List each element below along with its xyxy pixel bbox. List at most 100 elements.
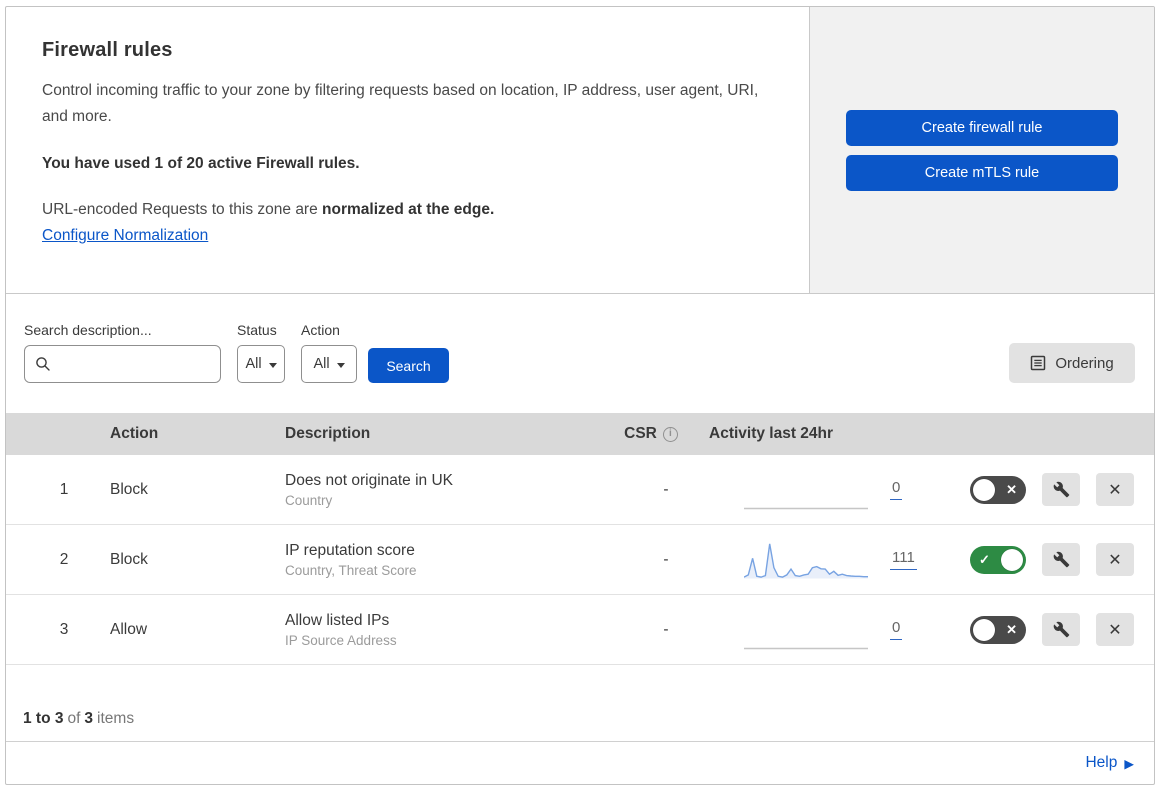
chevron-down-icon	[336, 362, 345, 368]
edit-rule-button[interactable]	[1042, 473, 1080, 506]
chevron-down-icon	[268, 362, 277, 368]
status-select[interactable]: All	[237, 345, 285, 383]
search-input-wrapper	[24, 345, 221, 383]
toggle-knob	[973, 618, 995, 641]
rule-fields: Country, Threat Score	[285, 562, 417, 578]
delete-rule-button[interactable]: ✕	[1096, 613, 1134, 646]
activity-cell: 0	[706, 469, 951, 511]
activity-sparkline	[744, 507, 868, 509]
action-select[interactable]: All	[301, 345, 357, 383]
edit-rule-button[interactable]	[1042, 613, 1080, 646]
search-input[interactable]	[59, 355, 210, 373]
rule-description: Does not originate in UK	[285, 471, 454, 489]
help-bar: Help ▶	[6, 742, 1154, 784]
activity-count-link[interactable]: 0	[890, 619, 903, 640]
toggle-knob	[973, 478, 995, 501]
csr-header-label: CSR	[624, 425, 657, 442]
rule-action: Allow	[110, 620, 148, 638]
action-label: Action	[301, 322, 340, 338]
actions-panel: Create firewall rule Create mTLS rule	[809, 7, 1154, 293]
toggle-state-icon: ✕	[1006, 481, 1017, 497]
wrench-icon	[1053, 481, 1069, 498]
items-of-label: of	[67, 710, 81, 727]
table-header-row: Action Description CSR i Activity last 2…	[6, 413, 1154, 455]
help-link[interactable]: Help ▶	[1085, 754, 1134, 772]
normalization-note-bold: normalized at the edge.	[322, 201, 495, 219]
status-label: Status	[237, 322, 277, 338]
activity-count-link[interactable]: 111	[890, 549, 917, 570]
page-title: Firewall rules	[42, 39, 173, 61]
activity-count-link[interactable]: 0	[890, 479, 903, 500]
rule-description: Allow listed IPs	[285, 611, 390, 629]
intro-section: Firewall rules Control incoming traffic …	[6, 7, 809, 293]
rule-description-cell: Does not originate in UK Country	[271, 472, 596, 508]
create-firewall-rule-button[interactable]: Create firewall rule	[846, 109, 1118, 146]
column-header-activity: Activity last 24hr	[709, 425, 834, 442]
rule-priority: 3	[59, 620, 69, 638]
ordering-list-icon	[1031, 355, 1046, 371]
rule-priority: 2	[59, 550, 69, 568]
page-container: Firewall rules Control incoming traffic …	[5, 6, 1155, 785]
action-filter-group: Action All	[301, 322, 357, 383]
rule-fields: Country	[285, 492, 333, 508]
search-description-label: Search description...	[24, 322, 152, 338]
rule-enable-toggle[interactable]: ✓	[970, 545, 1026, 574]
rule-action: Block	[110, 480, 148, 498]
close-icon: ✕	[1108, 551, 1122, 569]
toggle-state-icon: ✕	[1006, 621, 1017, 637]
column-header-csr: CSR i	[596, 425, 706, 443]
usage-summary: You have used 1 of 20 active Firewall ru…	[42, 155, 360, 173]
rule-description: IP reputation score	[285, 541, 415, 559]
filters-bar: Search description... Status All Action …	[6, 294, 1154, 413]
rule-controls: ✕ ✕	[951, 613, 1154, 646]
table-row: 2 Block IP reputation score Country, Thr…	[6, 525, 1154, 595]
table-row: 3 Allow Allow listed IPs IP Source Addre…	[6, 595, 1154, 665]
csr-value: -	[663, 550, 669, 568]
pagination-bar: 1 to 3 of 3 items	[6, 665, 1154, 742]
help-arrow-icon: ▶	[1124, 757, 1134, 771]
delete-rule-button[interactable]: ✕	[1096, 473, 1134, 506]
wrench-icon	[1053, 551, 1069, 568]
activity-sparkline	[744, 543, 868, 578]
info-icon[interactable]: i	[662, 426, 678, 442]
rule-fields: IP Source Address	[285, 632, 397, 648]
configure-normalization-link[interactable]: Configure Normalization	[42, 227, 208, 244]
items-total: 3	[84, 710, 94, 727]
status-selected-value: All	[245, 356, 262, 372]
rule-action: Block	[110, 550, 148, 568]
activity-cell: 111	[706, 539, 951, 581]
ordering-button[interactable]: Ordering	[1009, 343, 1135, 383]
delete-rule-button[interactable]: ✕	[1096, 543, 1134, 576]
close-icon: ✕	[1108, 481, 1122, 499]
items-label: items	[97, 710, 135, 727]
rule-description-cell: Allow listed IPs IP Source Address	[271, 612, 596, 648]
search-button[interactable]: Search	[368, 348, 449, 383]
ordering-button-label: Ordering	[1055, 354, 1114, 372]
status-filter-group: Status All	[237, 322, 285, 383]
close-icon: ✕	[1108, 621, 1122, 639]
table-row: 1 Block Does not originate in UK Country…	[6, 455, 1154, 525]
csr-value: -	[663, 480, 669, 498]
rule-controls: ✕ ✕	[951, 473, 1154, 506]
activity-sparkline	[744, 647, 868, 649]
search-group: Search description...	[24, 322, 221, 383]
help-link-label: Help	[1085, 754, 1118, 771]
items-range: 1 to 3	[23, 710, 64, 727]
rule-enable-toggle[interactable]: ✕	[970, 615, 1026, 644]
activity-cell: 0	[706, 609, 951, 651]
wrench-icon	[1053, 621, 1069, 638]
normalization-note: URL-encoded Requests to this zone are no…	[42, 201, 769, 219]
edit-rule-button[interactable]	[1042, 543, 1080, 576]
rule-controls: ✓ ✕	[951, 543, 1154, 576]
intro-description: Control incoming traffic to your zone by…	[42, 82, 759, 126]
rule-description-cell: IP reputation score Country, Threat Scor…	[271, 542, 596, 578]
column-header-description: Description	[285, 425, 371, 442]
rule-enable-toggle[interactable]: ✕	[970, 475, 1026, 504]
normalization-note-prefix: URL-encoded Requests to this zone are	[42, 201, 323, 219]
rule-priority: 1	[59, 480, 69, 498]
csr-value: -	[663, 620, 669, 638]
create-mtls-rule-button[interactable]: Create mTLS rule	[846, 154, 1118, 191]
toggle-knob	[1001, 548, 1023, 571]
action-selected-value: All	[313, 356, 330, 372]
column-header-action: Action	[110, 425, 159, 442]
